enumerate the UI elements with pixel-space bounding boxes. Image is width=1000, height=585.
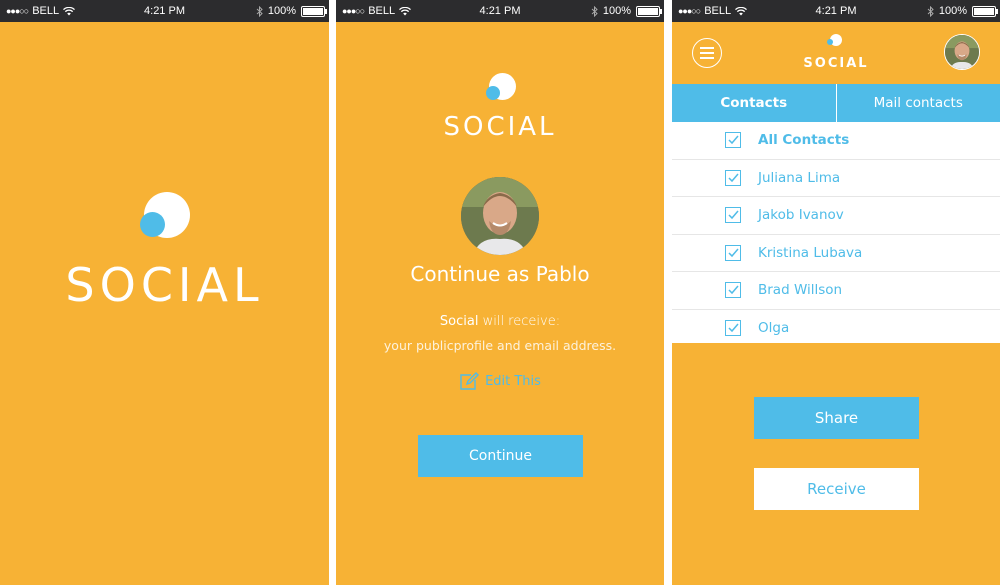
battery-icon	[301, 5, 327, 17]
permissions-text: your publicprofile and email address.	[383, 338, 617, 353]
checkbox-icon[interactable]	[725, 169, 741, 186]
receive-button[interactable]: Receive	[754, 468, 919, 510]
battery-percent: 100%	[267, 5, 296, 17]
status-bar: ●●●○○ BELL 4:21 PM 100%	[336, 0, 664, 22]
contact-name: Kristina Lubava	[758, 244, 863, 261]
contacts-tabs: Contacts Mail contacts	[672, 84, 1000, 122]
edit-link[interactable]: Edit This	[336, 372, 664, 390]
list-item[interactable]: Jakob Ivanov	[672, 197, 1000, 235]
contact-name: Brad Willson	[758, 282, 843, 299]
app-name: SOCIAL	[65, 258, 264, 312]
list-item[interactable]: Olga	[672, 310, 1000, 347]
login-screen: ●●●○○ BELL 4:21 PM 100% SOCIAL Continue …	[336, 0, 664, 585]
list-item[interactable]: All Contacts	[672, 122, 1000, 160]
checkbox-icon[interactable]	[725, 282, 741, 299]
app-name-inline: Social	[439, 314, 479, 329]
list-item[interactable]: Brad Willson	[672, 272, 1000, 310]
status-bar: ●●●○○ BELL 4:21 PM 100%	[0, 0, 329, 22]
checkbox-icon[interactable]	[725, 207, 741, 224]
contacts-list: All Contacts Juliana Lima Jakob Ivanov K…	[672, 122, 1000, 343]
tab-contacts[interactable]: Contacts	[672, 84, 836, 122]
battery-icon	[636, 5, 662, 17]
checkbox-icon[interactable]	[725, 319, 741, 336]
bluetooth-icon	[591, 5, 598, 17]
battery-percent: 100%	[938, 5, 967, 17]
profile-avatar[interactable]	[944, 34, 980, 70]
app-name: SOCIAL	[443, 112, 557, 142]
list-item[interactable]: Juliana Lima	[672, 160, 1000, 197]
status-bar: ●●●○○ BELL 4:21 PM 100%	[672, 0, 1000, 22]
contact-name: All Contacts	[758, 132, 850, 149]
checkbox-icon[interactable]	[725, 132, 741, 149]
logo-icon	[827, 34, 843, 50]
continue-as-heading: Continue as Pablo	[410, 262, 590, 286]
contact-name: Olga	[758, 319, 790, 336]
edit-icon	[460, 372, 480, 390]
contact-name: Jakob Ivanov	[758, 207, 844, 224]
avatar	[461, 177, 539, 255]
continue-button[interactable]: Continue	[418, 435, 583, 477]
logo-icon	[140, 192, 190, 242]
bluetooth-icon	[927, 5, 934, 17]
bluetooth-icon	[256, 5, 263, 17]
contact-name: Juliana Lima	[758, 169, 841, 186]
contacts-screen: ●●●○○ BELL 4:21 PM 100% SOCIAL Contacts …	[672, 0, 1000, 585]
share-button[interactable]: Share	[754, 397, 919, 439]
list-item[interactable]: Kristina Lubava	[672, 235, 1000, 272]
battery-icon	[972, 5, 998, 17]
receive-label: will receive:	[478, 314, 561, 329]
battery-percent: 100%	[602, 5, 631, 17]
receive-text: Social will receive:	[336, 314, 664, 329]
logo-icon	[486, 73, 516, 103]
app-header: SOCIAL	[672, 22, 1000, 84]
checkbox-icon[interactable]	[725, 244, 741, 261]
edit-label: Edit This	[485, 373, 541, 389]
splash-screen: ●●●○○ BELL 4:21 PM 100% SOCIAL	[0, 0, 329, 585]
tab-mail-contacts[interactable]: Mail contacts	[835, 84, 1000, 122]
